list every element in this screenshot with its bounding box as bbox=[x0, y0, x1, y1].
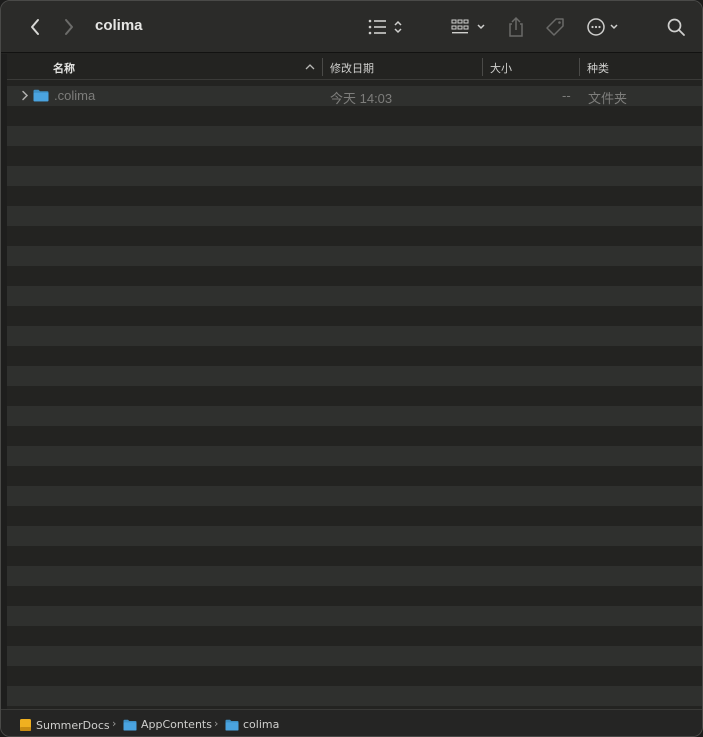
file-name: .colima bbox=[54, 88, 96, 103]
list-row-background bbox=[7, 466, 702, 486]
list-row-background bbox=[7, 486, 702, 506]
list-row-background bbox=[7, 566, 702, 586]
list-view-icon bbox=[368, 19, 402, 35]
list-row-background bbox=[7, 606, 702, 626]
list-row-background bbox=[7, 306, 702, 326]
folder-icon bbox=[123, 719, 137, 730]
list-row-background bbox=[7, 346, 702, 366]
drive-icon bbox=[20, 719, 31, 731]
file-list: .colima 今天 14:03 -- 文件夹 bbox=[7, 86, 702, 706]
view-options-button[interactable] bbox=[365, 15, 407, 39]
toolbar: colima bbox=[1, 1, 702, 53]
list-row-background bbox=[7, 446, 702, 466]
list-row-background bbox=[7, 506, 702, 526]
file-kind: 文件夹 bbox=[588, 91, 628, 106]
column-name[interactable]: 名称 bbox=[53, 60, 75, 76]
file-modified: 今天 14:03 bbox=[330, 91, 393, 106]
tag-icon bbox=[546, 18, 564, 36]
list-row-background bbox=[7, 166, 702, 186]
sort-ascending-icon[interactable] bbox=[305, 63, 315, 71]
column-divider[interactable] bbox=[322, 58, 323, 76]
tag-button[interactable] bbox=[543, 14, 567, 40]
chevron-right-icon bbox=[65, 19, 73, 35]
column-divider[interactable] bbox=[579, 58, 580, 76]
path-crumb-appcontents[interactable]: AppContents bbox=[123, 718, 212, 731]
more-actions-button[interactable] bbox=[585, 15, 625, 39]
list-row-background bbox=[7, 586, 702, 606]
list-row-background bbox=[7, 686, 702, 706]
list-row-background bbox=[7, 246, 702, 266]
list-row-background bbox=[7, 206, 702, 226]
list-row-background bbox=[7, 646, 702, 666]
list-row-background bbox=[7, 106, 702, 126]
group-button[interactable] bbox=[449, 15, 491, 39]
chevron-left-icon bbox=[31, 19, 39, 35]
list-row-background bbox=[7, 386, 702, 406]
list-row-background bbox=[7, 626, 702, 646]
path-crumb-label: SummerDocs bbox=[36, 718, 110, 732]
path-crumb-summerdocs[interactable]: SummerDocs bbox=[19, 718, 110, 732]
column-header: 名称 修改日期 大小 种类 bbox=[7, 54, 702, 80]
back-button[interactable] bbox=[25, 16, 45, 38]
file-size: -- bbox=[562, 88, 571, 103]
list-row-background bbox=[7, 146, 702, 166]
list-row-background bbox=[7, 226, 702, 246]
column-size[interactable]: 大小 bbox=[490, 60, 512, 76]
search-icon bbox=[667, 18, 685, 36]
window-title: colima bbox=[95, 17, 143, 34]
list-row-background bbox=[7, 266, 702, 286]
list-row-background bbox=[7, 326, 702, 346]
path-separator-icon: › bbox=[214, 717, 219, 730]
path-crumb-colima[interactable]: colima bbox=[225, 718, 279, 731]
folder-icon bbox=[225, 719, 239, 730]
list-row-background bbox=[7, 366, 702, 386]
share-icon bbox=[509, 16, 523, 37]
column-divider[interactable] bbox=[482, 58, 483, 76]
list-row-background bbox=[7, 406, 702, 426]
forward-button[interactable] bbox=[59, 16, 79, 38]
path-separator-icon: › bbox=[112, 717, 117, 730]
path-bar: SummerDocs › AppContents › colima bbox=[1, 709, 702, 736]
list-row-background bbox=[7, 186, 702, 206]
column-modified[interactable]: 修改日期 bbox=[330, 60, 374, 76]
list-row-background bbox=[7, 526, 702, 546]
ellipsis-circle-icon bbox=[587, 18, 618, 36]
share-button[interactable] bbox=[505, 14, 527, 40]
finder-window: colima 名称 修改日期 大小 种类 .colima 今天 14:03 --… bbox=[0, 0, 703, 737]
search-button[interactable] bbox=[665, 16, 687, 38]
list-row-background bbox=[7, 666, 702, 686]
list-item[interactable]: .colima 今天 14:03 -- 文件夹 bbox=[7, 86, 702, 106]
path-crumb-label: colima bbox=[243, 718, 280, 731]
path-crumb-label: AppContents bbox=[141, 718, 212, 731]
list-row-background bbox=[7, 546, 702, 566]
list-row-background bbox=[7, 286, 702, 306]
folder-icon bbox=[33, 89, 49, 102]
list-row-background bbox=[7, 126, 702, 146]
grid-view-icon bbox=[451, 19, 485, 34]
list-row-background bbox=[7, 426, 702, 446]
column-kind[interactable]: 种类 bbox=[587, 60, 609, 76]
disclosure-triangle-icon[interactable] bbox=[21, 90, 29, 101]
